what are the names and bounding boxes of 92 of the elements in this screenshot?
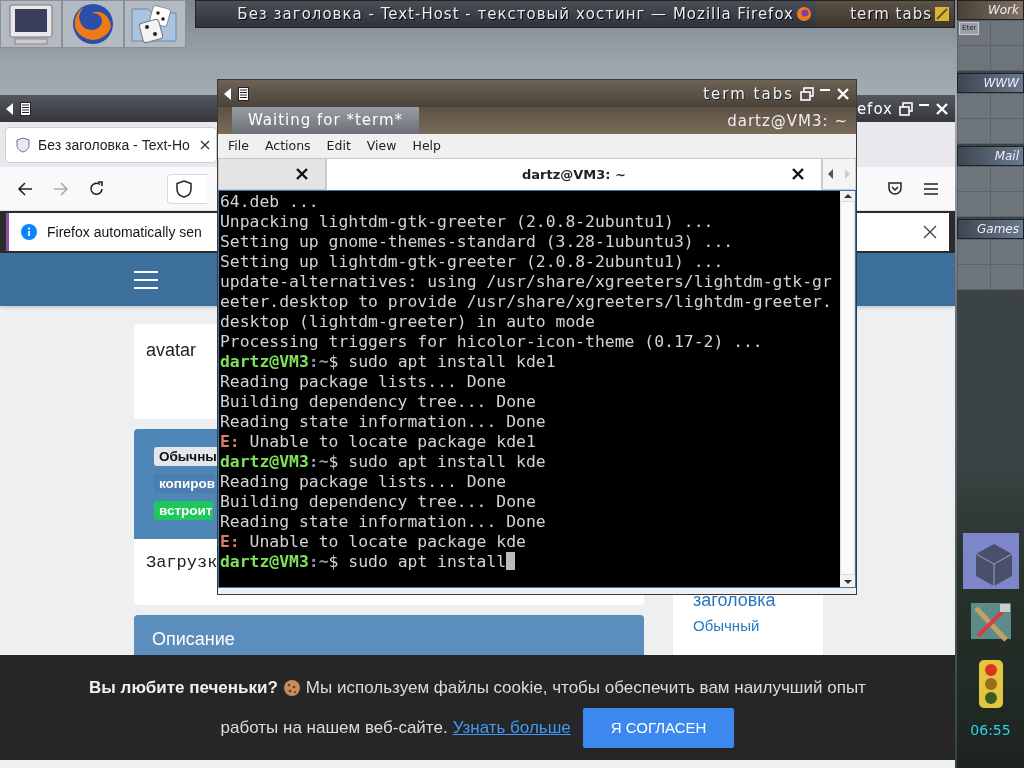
option-tag[interactable]: Обычны: [154, 447, 217, 466]
option-tag[interactable]: копиров: [154, 474, 216, 493]
terminal-line: Reading package lists... Done: [219, 472, 508, 492]
workspace-cell[interactable]: [991, 192, 1023, 216]
workspace-cell[interactable]: [991, 94, 1023, 118]
terminal-line: Processing triggers for hicolor-icon-theme (0.17-2) ...: [219, 332, 764, 352]
restore-icon[interactable]: [899, 101, 913, 116]
close-icon[interactable]: [295, 167, 309, 181]
left-arrow-icon[interactable]: [224, 87, 232, 100]
workspace-cell[interactable]: [991, 119, 1023, 143]
menu-icon[interactable]: [20, 101, 31, 116]
app-icon: [934, 6, 950, 22]
taskbar-item[interactable]: term tabs: [816, 1, 954, 27]
menu-icon[interactable]: [923, 181, 939, 196]
terminal-line: Setting up lightdm-gtk-greeter (2.0.8-2ubuntu1) ...: [219, 252, 725, 272]
sidebar-heading[interactable]: заголовка: [693, 590, 823, 611]
menu-item[interactable]: File: [228, 137, 249, 153]
workspace-cell[interactable]: [958, 119, 990, 143]
desk-label[interactable]: Mail: [957, 146, 1024, 166]
browser-tab[interactable]: Без заголовка - Text-Ho: [5, 126, 217, 163]
accept-button[interactable]: Я СОГЛАСЕН: [582, 707, 735, 748]
upload-label: Загрузк: [146, 553, 218, 572]
workspace-cell[interactable]: [991, 21, 1023, 45]
terminal-line: Building dependency tree... Done: [219, 392, 537, 412]
terminal-line: E: Unable to locate package kde1: [219, 432, 537, 452]
avatar-label: avatar: [146, 340, 197, 360]
terminal-line: 64.deb ...: [219, 192, 320, 212]
terminal-line: E: Unable to locate package kde: [219, 532, 527, 552]
terminal-line: update-alternatives: using /usr/share/xgreeters/lightdm-gtk-gr: [219, 272, 833, 292]
restore-icon[interactable]: [800, 86, 814, 101]
shield-icon: [16, 136, 30, 153]
window-tab[interactable]: Waiting for *term*: [232, 107, 420, 134]
workspace-cell[interactable]: [958, 240, 990, 264]
menu-item[interactable]: Actions: [264, 137, 311, 153]
desk-label[interactable]: WWW: [957, 73, 1024, 93]
close-icon[interactable]: [791, 167, 805, 181]
terminal-line: Setting up gnome-themes-standard (3.28-1ubuntu3) ...: [219, 232, 735, 252]
window-title: efox: [856, 99, 893, 118]
workspace-cell[interactable]: [991, 265, 1023, 289]
workspace-cell[interactable]: [958, 46, 990, 70]
menu-item[interactable]: Help: [412, 137, 441, 153]
workspace-cell[interactable]: [958, 167, 990, 191]
window-title: term tabs: [703, 84, 794, 103]
cookie-message: Мы используем файлы cookie, чтобы обеспечить вам наилучший опыт: [305, 676, 866, 699]
terminal-line: desktop (lightdm-greeter) in auto mode: [219, 312, 596, 332]
scrollbar[interactable]: [840, 191, 855, 587]
workspace-cell[interactable]: [991, 46, 1023, 70]
workspace-cell[interactable]: [958, 94, 990, 118]
firefox-icon[interactable]: [62, 0, 124, 48]
workspace-cell[interactable]: [991, 167, 1023, 191]
workspace-cell[interactable]: [991, 240, 1023, 264]
terminal-line: dartz@VM3:~$ sudo apt install kde1: [219, 352, 557, 372]
section-title: Описание: [152, 629, 235, 649]
back-icon[interactable]: [17, 180, 33, 197]
desk-label[interactable]: Work: [957, 0, 1024, 20]
sidebar-link[interactable]: Обычный: [693, 617, 823, 634]
shield-icon: [176, 179, 192, 198]
address-field[interactable]: [167, 173, 207, 204]
menu-icon[interactable]: [238, 86, 249, 101]
terminal-line: Unpacking lightdm-gtk-greeter (2.0.8-2ubuntu1) ...: [219, 212, 715, 232]
scroll-left-icon[interactable]: [827, 169, 835, 179]
terminal-line: Reading state information... Done: [219, 512, 547, 532]
menu-item[interactable]: Edit: [326, 137, 351, 153]
pocket-icon[interactable]: [887, 180, 903, 197]
terminal-line: dartz@VM3:~$ sudo apt install kde: [219, 452, 547, 472]
terminal-tab[interactable]: dartz@VM3: ~: [326, 158, 822, 190]
cookie-question: Вы любите печеньки?: [89, 676, 278, 699]
terminal-line: Building dependency tree... Done: [219, 492, 537, 512]
monitor-icon[interactable]: [0, 0, 62, 48]
cookie-icon: [282, 678, 301, 697]
cookie-message: работы на нашем веб-сайте.: [220, 716, 448, 739]
menu-item[interactable]: View: [366, 137, 397, 153]
workspace-cell[interactable]: [958, 265, 990, 289]
left-arrow-icon[interactable]: [6, 102, 14, 115]
clock: 06:55: [970, 722, 1011, 738]
taskbar-item[interactable]: Без заголовка - Text-Host - текстовый хостинг — Mozilla Firefox: [196, 1, 816, 27]
reload-icon[interactable]: [89, 180, 105, 197]
cube-icon[interactable]: [961, 532, 1020, 590]
notification-text: Firefox automatically sen: [47, 224, 202, 240]
workspace-cell[interactable]: [958, 192, 990, 216]
terminal-line: eeter.desktop to provide /usr/share/xgreeters/lightdm-greeter.: [219, 292, 833, 312]
desk-label[interactable]: Games: [957, 219, 1024, 239]
close-icon[interactable]: [923, 225, 937, 239]
folder-dice-icon[interactable]: [124, 0, 186, 48]
terminal-line: dartz@VM3:~$ sudo apt install: [219, 552, 840, 572]
close-icon[interactable]: [200, 139, 210, 150]
info-icon: [21, 224, 37, 240]
window-subtitle: dartz@VM3: ~: [727, 111, 848, 130]
terminal-line: Reading state information... Done: [219, 412, 547, 432]
learn-more-link[interactable]: Узнать больше: [452, 707, 571, 748]
terminal-line: Reading package lists... Done: [219, 372, 508, 392]
firefox-icon: [796, 6, 812, 22]
